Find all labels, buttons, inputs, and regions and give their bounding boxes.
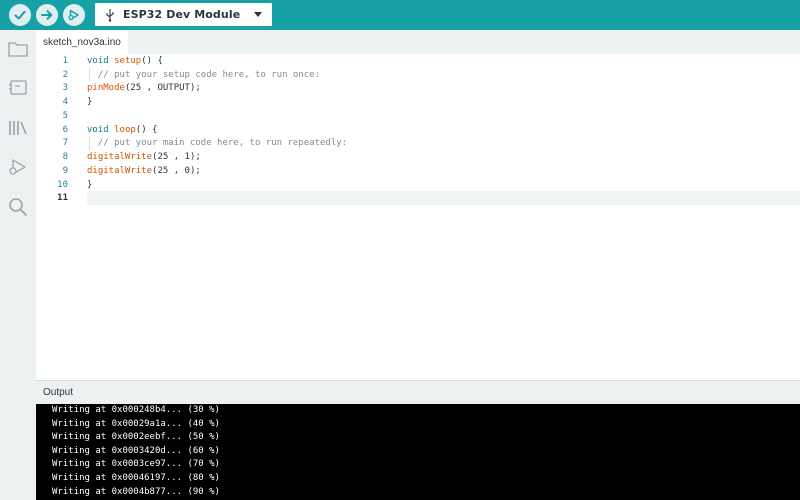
console-line: Writing at 0x000248b4... (30 %)	[52, 405, 220, 415]
console-line: Writing at 0x00029a1a... (40 %)	[52, 418, 220, 429]
folder-icon	[8, 42, 28, 57]
top-toolbar: ESP32 Dev Module	[0, 0, 800, 30]
board-icon	[9, 80, 27, 95]
line-number: 7	[62, 138, 68, 148]
sidebar-item-boards[interactable]	[7, 77, 29, 99]
chevron-down-icon[interactable]	[254, 12, 262, 17]
line-gutter: 1 2 3 4 5 6 7 8 9 10 11	[36, 54, 86, 380]
line-number: 5	[62, 111, 68, 121]
line-number: 9	[62, 166, 68, 176]
line-number: 6	[62, 125, 68, 135]
code-line: }	[87, 180, 93, 190]
board-selector[interactable]: ESP32 Dev Module	[95, 3, 272, 26]
console-line: Writing at 0x0002eebf... (50 %)	[52, 432, 220, 443]
output-console[interactable]: Writing at 0x000248b4... (30 %) Writing …	[36, 404, 800, 500]
sidebar-item-sketchbook[interactable]	[7, 38, 29, 60]
line-number: 2	[62, 70, 68, 80]
verify-button[interactable]	[9, 4, 31, 26]
code-line: void setup() {	[87, 56, 163, 66]
console-line: Writing at 0x0003ce97... (70 %)	[52, 459, 220, 470]
board-name: ESP32 Dev Module	[123, 8, 241, 21]
code-line: }	[87, 97, 93, 107]
line-number: 4	[62, 97, 68, 107]
current-line-highlight	[87, 191, 800, 205]
sidebar-item-search[interactable]	[7, 196, 29, 218]
code-line: digitalWrite(25 , 0);	[87, 166, 201, 176]
library-icon	[9, 121, 27, 135]
console-line: Writing at 0x00046197... (80 %)	[52, 473, 220, 483]
sidebar	[0, 30, 36, 500]
code-line: pinMode(25 , OUTPUT);	[87, 83, 201, 93]
code-editor[interactable]: 1 2 3 4 5 6 7 8 9 10 11 void setup() { /…	[36, 54, 800, 380]
search-icon	[9, 198, 27, 216]
line-number-active: 11	[57, 193, 68, 203]
upload-button[interactable]	[36, 4, 58, 26]
line-number: 10	[57, 180, 68, 190]
console-line: Writing at 0x0004b877... (90 %)	[52, 486, 220, 497]
console-line: Writing at 0x0003420d... (60 %)	[52, 445, 220, 456]
debug-button[interactable]	[63, 4, 85, 26]
code-line: void loop() {	[87, 125, 158, 135]
debug-icon	[9, 159, 26, 175]
output-title: Output	[43, 387, 74, 398]
tab-bar: sketch_nov3a.ino	[36, 30, 800, 54]
arrow-right-icon	[41, 10, 53, 20]
code-line: // put your main code here, to run repea…	[87, 138, 348, 148]
usb-icon	[106, 8, 114, 22]
debug-icon	[68, 9, 79, 21]
output-header: Output	[36, 380, 800, 405]
tab-sketch[interactable]: sketch_nov3a.ino	[36, 30, 128, 54]
line-number: 8	[62, 152, 68, 162]
line-number: 3	[62, 83, 68, 93]
sidebar-item-debug[interactable]	[7, 156, 29, 178]
check-icon	[14, 10, 26, 20]
sidebar-item-library[interactable]	[7, 117, 29, 139]
line-number: 1	[62, 56, 68, 66]
code-line: // put your setup code here, to run once…	[87, 70, 320, 80]
code-line: digitalWrite(25 , 1);	[87, 152, 201, 162]
